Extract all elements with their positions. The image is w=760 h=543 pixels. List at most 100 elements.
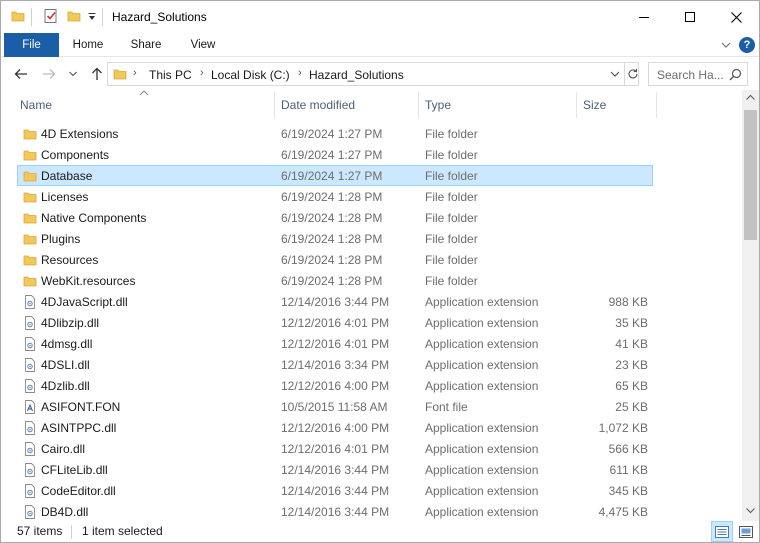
file-date-modified: 6/19/2024 1:28 PM [281, 274, 383, 288]
ribbon-tabs: File Home Share View ? [1, 33, 759, 57]
divider [102, 8, 103, 26]
up-button[interactable] [87, 64, 107, 84]
address-history-icon[interactable] [608, 67, 622, 81]
file-row[interactable]: Plugins 6/19/2024 1:28 PM File folder [17, 228, 653, 249]
details-view-button[interactable] [711, 521, 733, 542]
help-button[interactable]: ? [739, 37, 755, 53]
dll-icon [25, 379, 35, 393]
breadcrumb-hazard-solutions[interactable]: Hazard_Solutions [309, 68, 404, 82]
expand-ribbon-icon[interactable] [719, 38, 733, 52]
file-row[interactable]: CFLiteLib.dll 12/14/2016 3:44 PM Applicati… [17, 459, 653, 480]
close-button[interactable] [713, 1, 759, 33]
file-type: Application extension [425, 505, 539, 519]
file-row[interactable]: Native Components 6/19/2024 1:28 PM File f… [17, 207, 653, 228]
address-bar[interactable]: › This PC › Local Disk (C:) › Hazard_Sol… [107, 62, 639, 86]
file-row[interactable]: Database 6/19/2024 1:27 PM File folder [17, 165, 653, 186]
maximize-button[interactable] [667, 1, 713, 33]
file-type: Application extension [425, 379, 539, 393]
folder-icon [11, 11, 25, 22]
file-name: Licenses [41, 190, 89, 204]
file-name: Native Components [41, 211, 147, 225]
search-box[interactable]: Search Ha... [648, 62, 748, 86]
large-icons-view-button[interactable] [735, 521, 757, 542]
file-row[interactable]: 4D Extensions 6/19/2024 1:27 PM File folde… [17, 123, 653, 144]
scrollbar-thumb[interactable] [744, 110, 757, 240]
file-row[interactable]: DB4D.dll 12/14/2016 3:44 PM Application ex… [17, 501, 653, 521]
file-date-modified: 12/14/2016 3:44 PM [281, 484, 390, 498]
chevron-right-icon[interactable]: › [200, 67, 204, 79]
minimize-button[interactable] [621, 1, 667, 33]
breadcrumb-this-pc[interactable]: This PC [149, 68, 192, 82]
file-date-modified: 6/19/2024 1:28 PM [281, 190, 383, 204]
column-divider[interactable] [418, 92, 419, 118]
file-row[interactable]: ASIFONT.FON 10/5/2015 11:58 AM Font file 25… [17, 396, 653, 417]
file-row[interactable]: 4dmsg.dll 12/12/2016 4:01 PM Application e… [17, 333, 653, 354]
file-row[interactable]: Components 6/19/2024 1:27 PM File folder [17, 144, 653, 165]
file-type: Application extension [425, 358, 539, 372]
file-name: ASINTPPC.dll [41, 421, 117, 435]
chevron-down-icon [69, 71, 77, 77]
column-divider[interactable] [656, 92, 657, 118]
file-row[interactable]: 4DJavaScript.dll 12/14/2016 3:44 PM Applic… [17, 291, 653, 312]
refresh-icon [627, 68, 638, 79]
vertical-scrollbar[interactable] [742, 90, 759, 521]
chevron-right-icon[interactable]: › [133, 67, 137, 79]
refresh-button[interactable] [624, 63, 640, 85]
forward-button[interactable] [39, 64, 59, 84]
properties-icon[interactable] [43, 8, 59, 24]
file-row[interactable]: Cairo.dll 12/12/2016 4:01 PM Application e… [17, 438, 653, 459]
customize-toolbar-icon[interactable] [87, 11, 97, 23]
tab-view[interactable]: View [178, 33, 228, 57]
file-row[interactable]: 4Dlibzip.dll 12/12/2016 4:01 PM Applicatio… [17, 312, 653, 333]
column-divider[interactable] [274, 92, 275, 118]
file-type: File folder [425, 148, 478, 162]
chevron-right-icon[interactable]: › [298, 67, 302, 79]
file-row[interactable]: Resources 6/19/2024 1:28 PM File folder [17, 249, 653, 270]
file-type: File folder [425, 169, 478, 183]
file-size: 345 KB [608, 484, 648, 498]
tab-file[interactable]: File [4, 33, 59, 57]
column-divider[interactable] [576, 92, 577, 118]
font-file-icon [25, 400, 35, 414]
file-row[interactable]: 4Dzlib.dll 12/12/2016 4:00 PM Application … [17, 375, 653, 396]
file-name: CodeEditor.dll [41, 484, 116, 498]
scroll-down-icon[interactable] [746, 508, 755, 514]
tab-home[interactable]: Home [63, 33, 113, 57]
folder-icon [23, 276, 37, 287]
file-name: CFLiteLib.dll [41, 463, 108, 477]
file-name: Cairo.dll [41, 442, 86, 456]
recent-locations-button[interactable] [63, 64, 83, 84]
dll-icon [25, 316, 35, 330]
file-type: File folder [425, 253, 478, 267]
column-header-type[interactable]: Type [425, 98, 451, 112]
new-folder-icon[interactable] [67, 9, 81, 23]
file-row[interactable]: WebKit.resources 6/19/2024 1:28 PM File fo… [17, 270, 653, 291]
search-input[interactable]: Search Ha... [657, 68, 724, 82]
scroll-up-icon[interactable] [746, 94, 755, 100]
folder-icon [23, 192, 37, 203]
file-row[interactable]: CodeEditor.dll 12/14/2016 3:44 PM Applicat… [17, 480, 653, 501]
file-row[interactable]: Licenses 6/19/2024 1:28 PM File folder [17, 186, 653, 207]
back-button[interactable] [11, 64, 31, 84]
file-size: 25 KB [615, 400, 648, 414]
file-row[interactable]: ASINTPPC.dll 12/12/2016 4:00 PM Applicatio… [17, 417, 653, 438]
column-header-size[interactable]: Size [583, 98, 606, 112]
file-name: Plugins [41, 232, 81, 246]
dll-icon [25, 463, 35, 477]
file-name: Database [41, 169, 93, 183]
file-date-modified: 12/14/2016 3:34 PM [281, 358, 390, 372]
tab-share[interactable]: Share [121, 33, 171, 57]
column-header-date[interactable]: Date modified [281, 98, 355, 112]
file-size: 35 KB [615, 316, 648, 330]
file-row[interactable]: 4DSLI.dll 12/14/2016 3:34 PM Application e… [17, 354, 653, 375]
title-bar: Hazard_Solutions [1, 1, 759, 33]
breadcrumb-local-disk[interactable]: Local Disk (C:) [211, 68, 290, 82]
file-name: 4DSLI.dll [41, 358, 90, 372]
file-date-modified: 12/14/2016 3:44 PM [281, 295, 390, 309]
divider [71, 525, 72, 539]
file-date-modified: 12/12/2016 4:00 PM [281, 379, 390, 393]
file-date-modified: 6/19/2024 1:28 PM [281, 232, 383, 246]
dll-icon [25, 295, 35, 309]
file-date-modified: 12/12/2016 4:01 PM [281, 316, 390, 330]
column-header-name[interactable]: Name [20, 98, 52, 112]
